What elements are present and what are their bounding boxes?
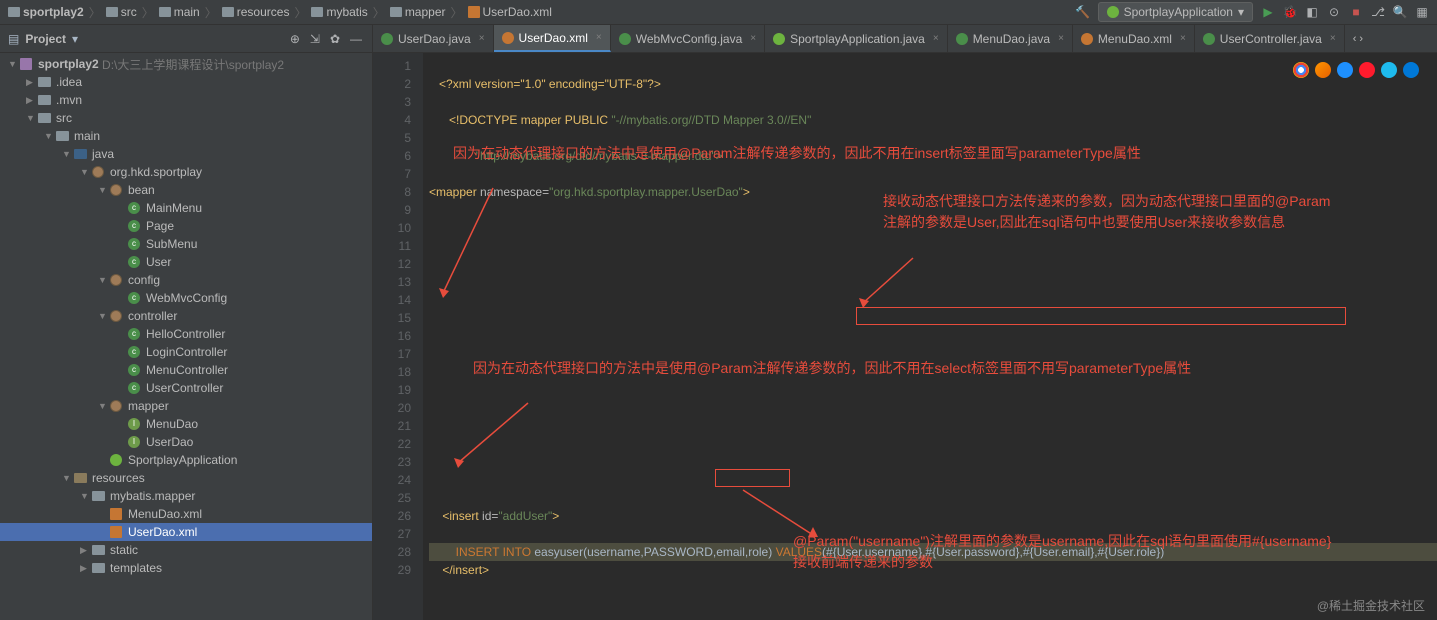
project-panel-header: ▤ Project ▾ ⊕ ⇲ ✿ — [0, 25, 372, 53]
opera-icon[interactable] [1359, 62, 1375, 78]
breadcrumb-item[interactable]: resources [222, 5, 290, 19]
tree-class[interactable]: cUserController [0, 379, 372, 397]
tree-file[interactable]: MenuDao.xml [0, 505, 372, 523]
safari-icon[interactable] [1337, 62, 1353, 78]
breadcrumb-item[interactable]: mybatis [311, 5, 367, 19]
tree-folder[interactable]: ▼resources [0, 469, 372, 487]
tree-class[interactable]: cHelloController [0, 325, 372, 343]
tree-class[interactable]: cPage [0, 217, 372, 235]
project-view-icon[interactable]: ▤ [8, 32, 19, 46]
xml-icon [502, 32, 514, 44]
tree-class[interactable]: cLoginController [0, 343, 372, 361]
close-icon[interactable]: × [1058, 33, 1064, 44]
breadcrumb: sportplay2〉 src〉 main〉 resources〉 mybati… [8, 4, 1076, 21]
tree-class[interactable]: cMainMenu [0, 199, 372, 217]
tree-folder[interactable]: ▼java [0, 145, 372, 163]
close-icon[interactable]: × [750, 33, 756, 44]
tree-class[interactable]: cUser [0, 253, 372, 271]
run-icon[interactable]: ▶ [1261, 5, 1275, 19]
tree-package[interactable]: ▼bean [0, 181, 372, 199]
tree-folder[interactable]: ▼src [0, 109, 372, 127]
editor-tab-overflow[interactable]: ‹ › [1345, 25, 1371, 52]
close-icon[interactable]: × [933, 33, 939, 44]
editor-tab[interactable]: UserDao.java× [373, 25, 494, 52]
editor-tabs: UserDao.java× UserDao.xml× WebMvcConfig.… [373, 25, 1437, 53]
panel-title: Project [25, 32, 66, 46]
breadcrumb-item[interactable]: UserDao.xml [468, 5, 552, 19]
line-gutter: 1234567891011121314151617181920212223242… [373, 53, 423, 620]
project-tree[interactable]: ▼sportplay2 D:\大三上学期课程设计\sportplay2 ▶.id… [0, 53, 372, 620]
run-config-dropdown[interactable]: SportplayApplication ▾ [1098, 2, 1253, 22]
editor-tab[interactable]: SportplayApplication.java× [765, 25, 948, 52]
ie-icon[interactable] [1381, 62, 1397, 78]
tree-package[interactable]: ▼mapper [0, 397, 372, 415]
tree-folder[interactable]: ▼main [0, 127, 372, 145]
top-toolbar: sportplay2〉 src〉 main〉 resources〉 mybati… [0, 0, 1437, 25]
tree-class[interactable]: cMenuController [0, 361, 372, 379]
collapse-icon[interactable]: ⇲ [308, 30, 322, 48]
java-icon [1203, 33, 1215, 45]
search-icon[interactable]: 🔍 [1393, 5, 1407, 19]
settings-icon[interactable]: ✿ [328, 30, 342, 48]
debug-icon[interactable]: 🐞 [1283, 5, 1297, 19]
xml-icon [1081, 33, 1093, 45]
locate-icon[interactable]: ⊕ [288, 30, 302, 48]
tree-folder[interactable]: ▶.idea [0, 73, 372, 91]
close-icon[interactable]: × [1180, 33, 1186, 44]
editor-tab[interactable]: WebMvcConfig.java× [611, 25, 765, 52]
tree-class[interactable]: cSubMenu [0, 235, 372, 253]
hide-icon[interactable]: — [348, 30, 364, 48]
stop-icon[interactable]: ■ [1349, 5, 1363, 19]
tree-folder[interactable]: ▶.mvn [0, 91, 372, 109]
project-tool-window: ▤ Project ▾ ⊕ ⇲ ✿ — ▼sportplay2 D:\大三上学期… [0, 25, 373, 620]
coverage-icon[interactable]: ◧ [1305, 5, 1319, 19]
firefox-icon[interactable] [1315, 62, 1331, 78]
tree-package[interactable]: ▼config [0, 271, 372, 289]
tree-folder[interactable]: ▶static [0, 541, 372, 559]
editor-tab-active[interactable]: UserDao.xml× [494, 25, 611, 52]
close-icon[interactable]: × [596, 32, 602, 43]
chrome-icon[interactable] [1293, 62, 1309, 78]
editor-area: UserDao.java× UserDao.xml× WebMvcConfig.… [373, 25, 1437, 620]
build-icon[interactable]: 🔨 [1076, 5, 1090, 19]
tree-folder[interactable]: ▼mybatis.mapper [0, 487, 372, 505]
java-icon [619, 33, 631, 45]
code-editor[interactable]: 1234567891011121314151617181920212223242… [373, 53, 1437, 620]
close-icon[interactable]: × [479, 33, 485, 44]
tree-class[interactable]: SportplayApplication [0, 451, 372, 469]
editor-tab[interactable]: MenuDao.java× [948, 25, 1073, 52]
close-icon[interactable]: × [1330, 33, 1336, 44]
tree-root[interactable]: ▼sportplay2 D:\大三上学期课程设计\sportplay2 [0, 55, 372, 73]
watermark: @稀土掘金技术社区 [1317, 597, 1425, 614]
java-icon [956, 33, 968, 45]
edge-icon[interactable] [1403, 62, 1419, 78]
chevron-down-icon: ▾ [1238, 5, 1244, 19]
profile-icon[interactable]: ⊙ [1327, 5, 1341, 19]
editor-tab[interactable]: UserController.java× [1195, 25, 1345, 52]
tree-class[interactable]: cWebMvcConfig [0, 289, 372, 307]
tree-package[interactable]: ▼org.hkd.sportplay [0, 163, 372, 181]
java-icon [381, 33, 393, 45]
breadcrumb-item[interactable]: sportplay2 [8, 5, 84, 19]
spring-icon [773, 33, 785, 45]
breadcrumb-item[interactable]: mapper [390, 5, 446, 19]
breadcrumb-item[interactable]: main [159, 5, 200, 19]
git-icon[interactable]: ⎇ [1371, 5, 1385, 19]
code-content[interactable]: <?xml version="1.0" encoding="UTF-8"?> <… [423, 53, 1437, 620]
browser-icons-bar [1293, 62, 1419, 78]
tree-interface[interactable]: IMenuDao [0, 415, 372, 433]
tree-package[interactable]: ▼controller [0, 307, 372, 325]
chevron-down-icon[interactable]: ▾ [72, 32, 78, 46]
breadcrumb-item[interactable]: src [106, 5, 137, 19]
tree-folder[interactable]: ▶templates [0, 559, 372, 577]
editor-tab[interactable]: MenuDao.xml× [1073, 25, 1195, 52]
settings-icon[interactable]: ▦ [1415, 5, 1429, 19]
tree-file-selected[interactable]: UserDao.xml [0, 523, 372, 541]
tree-interface[interactable]: IUserDao [0, 433, 372, 451]
